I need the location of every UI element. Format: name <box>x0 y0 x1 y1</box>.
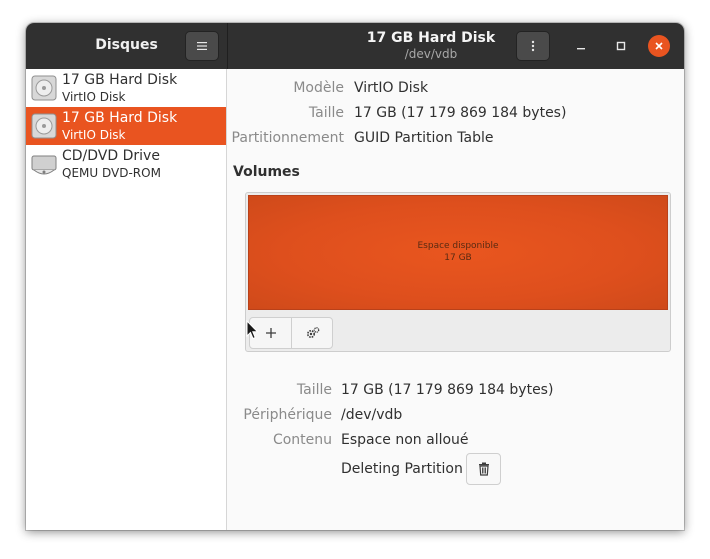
partitioning-value: GUID Partition Table <box>354 130 494 146</box>
menu-button[interactable] <box>185 31 219 61</box>
sidebar-header: Disques <box>26 23 228 69</box>
content-value: Espace non alloué <box>341 432 469 448</box>
hard-disk-icon <box>31 75 57 101</box>
partition-size: 17 GB <box>444 253 472 263</box>
optical-drive-icon <box>31 155 57 175</box>
size-label: Taille <box>308 105 344 121</box>
maximize-icon <box>616 41 626 51</box>
job-status: Deleting Partition <box>341 461 463 477</box>
close-button[interactable] <box>648 35 670 57</box>
partitioning-label: Partitionnement <box>231 130 344 146</box>
drive-name: 17 GB Hard Disk <box>62 72 178 88</box>
delete-partition-button[interactable] <box>466 453 501 485</box>
hard-disk-icon <box>31 113 57 139</box>
minimize-button[interactable] <box>569 34 593 58</box>
partition-options-button[interactable] <box>292 318 333 348</box>
kebab-icon <box>531 40 535 52</box>
drive-model: VirtIO Disk <box>62 128 126 142</box>
trash-icon <box>478 462 489 476</box>
device-value: /dev/vdb <box>341 407 403 423</box>
free-space-partition[interactable]: Espace disponible 17 GB <box>248 195 668 310</box>
disk-menu-button[interactable] <box>516 31 550 61</box>
window-title: 17 GB Hard Disk /dev/vdb <box>326 30 536 61</box>
volumes-graph: Espace disponible 17 GB <box>245 192 671 352</box>
gears-icon <box>306 327 319 339</box>
size-value: 17 GB (17 179 869 184 bytes) <box>354 105 567 121</box>
content-label: Contenu <box>272 432 332 448</box>
model-value: VirtIO Disk <box>354 80 429 96</box>
partition-label: Espace disponible <box>417 241 499 251</box>
header-bar: Disques 17 GB Hard Disk /dev/vdb <box>26 23 684 69</box>
minimize-icon <box>577 48 585 50</box>
disks-window: Disques 17 GB Hard Disk /dev/vdb 17 GB H… <box>26 23 684 530</box>
volume-size-label: Taille <box>296 382 332 398</box>
drives-sidebar: 17 GB Hard Disk VirtIO Disk 17 GB Hard D… <box>26 69 227 530</box>
drive-item[interactable]: CD/DVD Drive QEMU DVD-ROM <box>26 145 226 183</box>
hamburger-icon <box>197 42 207 50</box>
disk-title: 17 GB Hard Disk <box>366 30 496 46</box>
drive-item[interactable]: 17 GB Hard Disk VirtIO Disk <box>26 69 226 107</box>
drive-model: VirtIO Disk <box>62 90 126 104</box>
drive-model: QEMU DVD-ROM <box>62 166 161 180</box>
disk-details: Modèle VirtIO Disk Taille 17 GB (17 179 … <box>227 69 684 530</box>
close-icon <box>655 42 663 50</box>
volume-toolbar <box>249 317 333 349</box>
disk-subtitle: /dev/vdb <box>404 47 458 61</box>
maximize-button[interactable] <box>609 34 633 58</box>
drive-item-selected[interactable]: 17 GB Hard Disk VirtIO Disk <box>26 107 226 145</box>
volume-size-value: 17 GB (17 179 869 184 bytes) <box>341 382 554 398</box>
device-label: Périphérique <box>243 407 332 423</box>
plus-icon <box>265 328 276 338</box>
model-label: Modèle <box>293 80 344 96</box>
drive-name: 17 GB Hard Disk <box>62 110 178 126</box>
volumes-heading: Volumes <box>233 164 300 180</box>
mouse-pointer-icon <box>246 320 259 340</box>
drive-name: CD/DVD Drive <box>62 148 160 164</box>
